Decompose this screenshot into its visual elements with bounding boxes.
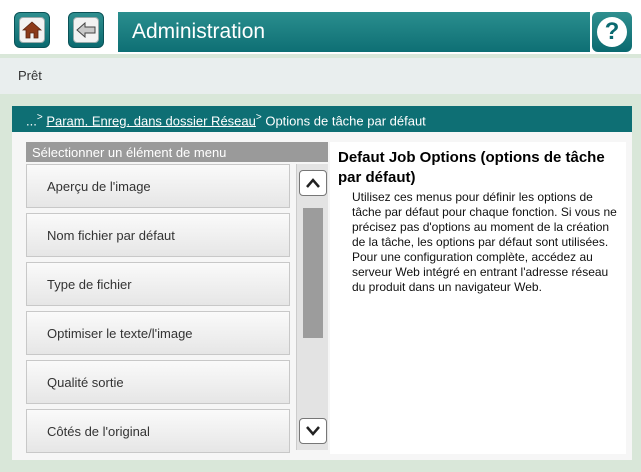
menu-header: Sélectionner un élément de menu <box>26 142 328 162</box>
breadcrumb-link[interactable]: Param. Enreg. dans dossier Réseau <box>46 113 256 128</box>
menu-list: Aperçu de l'image Nom fichier par défaut… <box>26 164 292 458</box>
chevron-down-icon <box>306 426 320 436</box>
description-panel: Defaut Job Options (options de tâche par… <box>330 142 626 454</box>
main-panel: ...> Param. Enreg. dans dossier Réseau> … <box>12 106 632 460</box>
breadcrumb-separator: > <box>255 112 262 123</box>
scroll-thumb[interactable] <box>303 208 323 338</box>
menu-item-image-preview[interactable]: Aperçu de l'image <box>26 164 290 208</box>
menu-item-optimize-text-image[interactable]: Optimiser le texte/l'image <box>26 311 290 355</box>
description-body: Utilisez ces menus pour définir les opti… <box>352 190 617 294</box>
menu-item-output-quality[interactable]: Qualité sortie <box>26 360 290 404</box>
home-button[interactable] <box>14 12 50 48</box>
breadcrumb-separator: > <box>36 112 43 123</box>
breadcrumb-ellipsis[interactable]: ... <box>26 113 37 128</box>
breadcrumb-current: Options de tâche par défaut <box>265 113 426 129</box>
home-icon <box>19 17 45 43</box>
menu-item-default-filename[interactable]: Nom fichier par défaut <box>26 213 290 257</box>
menu-item-file-type[interactable]: Type de fichier <box>26 262 290 306</box>
top-bar: Administration ? <box>0 0 641 54</box>
page-title: Administration <box>118 12 590 52</box>
back-button[interactable] <box>68 12 104 48</box>
status-text: Prêt <box>0 58 641 94</box>
scrollbar[interactable] <box>296 164 328 450</box>
scroll-down-button[interactable] <box>299 418 327 444</box>
menu-item-original-sides[interactable]: Côtés de l'original <box>26 409 290 453</box>
chevron-up-icon <box>306 178 320 188</box>
back-icon <box>73 17 99 43</box>
help-button[interactable]: ? <box>592 12 632 52</box>
help-icon: ? <box>597 17 627 47</box>
description-title: Defaut Job Options (options de tâche par… <box>338 149 605 186</box>
scroll-up-button[interactable] <box>299 170 327 196</box>
breadcrumb: ...> Param. Enreg. dans dossier Réseau> … <box>12 106 632 132</box>
